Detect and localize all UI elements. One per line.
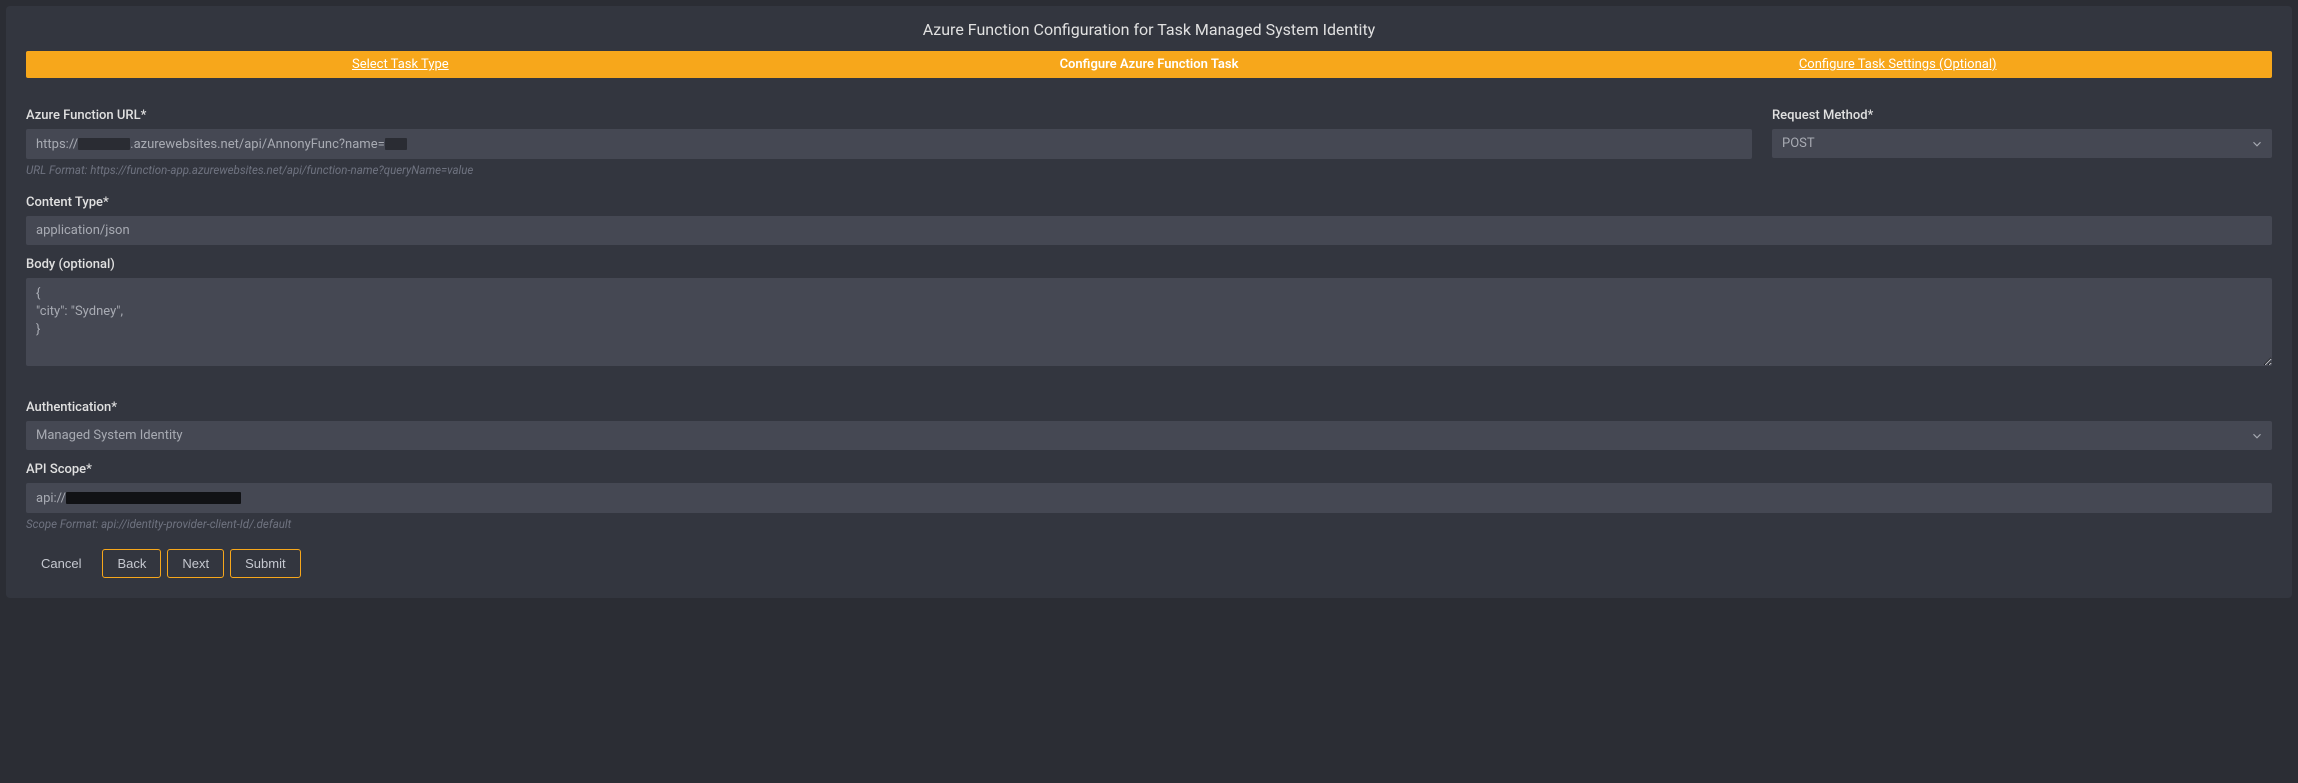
- cancel-button[interactable]: Cancel: [26, 549, 96, 578]
- wizard-step-configure-function[interactable]: Configure Azure Function Task: [775, 51, 1524, 78]
- api-scope-label: API Scope*: [26, 462, 2272, 477]
- next-button[interactable]: Next: [167, 549, 224, 578]
- back-button[interactable]: Back: [102, 549, 161, 578]
- api-scope-helper: Scope Format: api://identity-provider-cl…: [26, 517, 2272, 531]
- redacted-segment: [66, 492, 241, 504]
- body-label: Body (optional): [26, 257, 2272, 272]
- button-row: Cancel Back Next Submit: [26, 549, 2272, 578]
- url-label: Azure Function URL*: [26, 108, 1752, 123]
- url-helper: URL Format: https://function-app.azurewe…: [26, 163, 1752, 177]
- redacted-segment: [78, 138, 130, 150]
- api-scope-prefix: api://: [36, 491, 66, 506]
- method-select[interactable]: POST: [1772, 129, 2272, 158]
- content-type-label: Content Type*: [26, 195, 2272, 210]
- wizard-step-task-settings[interactable]: Configure Task Settings (Optional): [1523, 51, 2272, 78]
- api-scope-input[interactable]: api://: [26, 483, 2272, 513]
- url-prefix: https://: [36, 137, 78, 152]
- method-label: Request Method*: [1772, 108, 2272, 123]
- content-type-input[interactable]: [26, 216, 2272, 245]
- page-title: Azure Function Configuration for Task Ma…: [26, 20, 2272, 39]
- body-textarea[interactable]: { "city": "Sydney", }: [26, 278, 2272, 366]
- url-input[interactable]: https:// .azurewebsites.net/api/AnnonyFu…: [26, 129, 1752, 159]
- submit-button[interactable]: Submit: [230, 549, 300, 578]
- wizard-step-select-type[interactable]: Select Task Type: [26, 51, 775, 78]
- config-panel: Azure Function Configuration for Task Ma…: [6, 6, 2292, 598]
- wizard-steps: Select Task Type Configure Azure Functio…: [26, 51, 2272, 78]
- url-mid: .azurewebsites.net/api/AnnonyFunc?name=: [130, 137, 385, 152]
- auth-label: Authentication*: [26, 400, 2272, 415]
- auth-select[interactable]: Managed System Identity: [26, 421, 2272, 450]
- redacted-segment: [385, 138, 407, 150]
